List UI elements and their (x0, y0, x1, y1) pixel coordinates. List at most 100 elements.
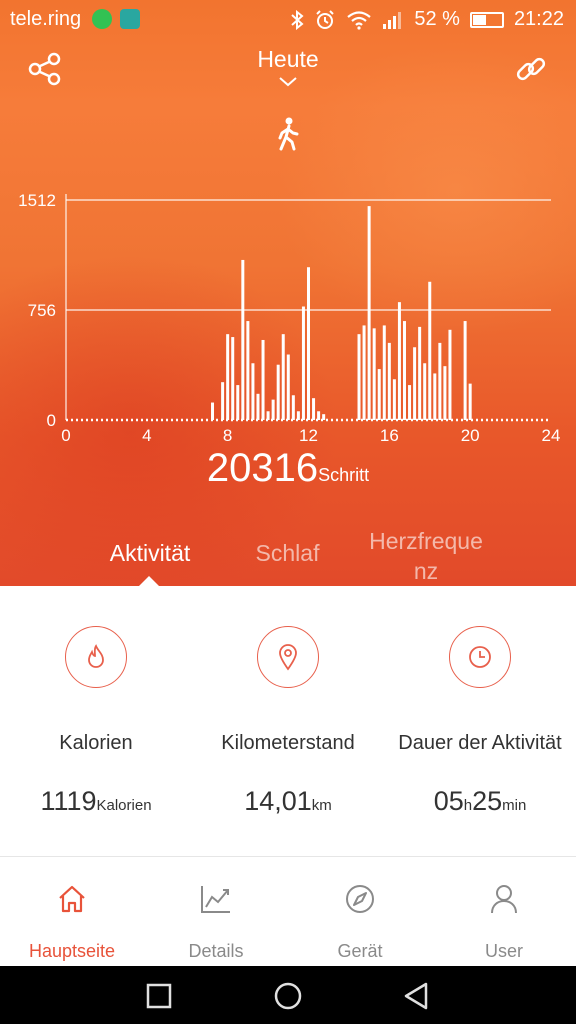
step-bar (286, 354, 290, 420)
step-bar (281, 334, 285, 420)
step-bar (231, 337, 235, 420)
battery-percent: 52 % (414, 8, 460, 30)
nav-label-details: Details (188, 941, 244, 961)
active-tab-pointer (139, 576, 159, 586)
step-bar (463, 321, 467, 420)
step-bar (312, 398, 316, 420)
step-bar (296, 411, 300, 420)
whatsapp-icon (92, 9, 112, 29)
step-bar (357, 334, 361, 420)
compass-icon (342, 881, 378, 917)
step-bar (438, 342, 442, 420)
step-bar (221, 382, 225, 420)
step-bar (256, 393, 260, 420)
bluetooth-icon (291, 9, 304, 30)
step-bar (322, 414, 326, 420)
step-bar (382, 325, 386, 420)
step-bar (266, 411, 270, 420)
stat-label-duration: Dauer der Aktivität (398, 732, 562, 754)
step-bar (418, 326, 422, 420)
tab-activity[interactable]: Aktivität (60, 540, 240, 567)
bottom-nav: Hauptseite Details Gerät User (0, 857, 576, 967)
step-bar (372, 328, 376, 420)
step-bar (448, 329, 452, 420)
stat-label-calories: Kalorien (59, 732, 133, 754)
step-bar (246, 321, 250, 420)
link-button[interactable] (512, 50, 550, 88)
step-bar (271, 399, 275, 420)
walking-person-icon (278, 117, 299, 151)
step-bar (377, 369, 381, 420)
nav-device[interactable]: Gerät (288, 857, 432, 967)
step-bar (433, 373, 437, 420)
tab-heart-rate[interactable]: Herzfreque nz (356, 526, 496, 586)
chevron-down-icon[interactable] (278, 76, 298, 88)
step-bar (276, 364, 280, 420)
steps-total: 20316Schritt (0, 446, 576, 491)
nav-home[interactable]: Hauptseite (0, 857, 144, 967)
x-tick-label: 20 (461, 426, 480, 445)
stats-panel: Kalorien 1119Kalorien Kilometerstand 14,… (0, 586, 576, 856)
stat-value-calories: 1119Kalorien (40, 786, 152, 816)
steps-unit: Schritt (318, 465, 370, 485)
x-tick-label: 24 (542, 426, 561, 445)
tab-sleep[interactable]: Schlaf (230, 540, 345, 567)
step-bar (362, 325, 366, 420)
clock-time: 21:22 (513, 8, 564, 30)
x-tick-label: 0 (61, 426, 70, 445)
stat-value-duration: 05h25min (433, 786, 527, 816)
step-bar (307, 267, 310, 420)
recent-apps-icon[interactable] (146, 983, 172, 1009)
x-tick-label: 8 (223, 426, 232, 445)
step-bar (423, 363, 427, 420)
system-nav-bar (0, 966, 576, 1024)
nav-details[interactable]: Details (144, 857, 288, 967)
alarm-icon (316, 9, 335, 29)
nav-label-user: User (484, 941, 523, 961)
back-icon[interactable] (402, 981, 430, 1011)
activity-type-button[interactable] (274, 116, 302, 152)
user-icon (486, 881, 522, 917)
step-bar (291, 395, 295, 420)
stat-label-distance: Kilometerstand (221, 732, 355, 754)
step-bar (367, 206, 371, 420)
step-bar (251, 363, 255, 420)
step-bar (236, 385, 240, 420)
steps-chart: 1512 756 00 4 8 12 16 20 24 (18, 191, 561, 445)
date-selector[interactable]: Heute (0, 46, 576, 73)
tab-heart-rate-line1: Herzfreque (369, 528, 483, 554)
step-bar (241, 259, 245, 420)
stat-duration[interactable]: Dauer der Aktivität 05h25min (384, 586, 576, 856)
y-tick-label: 1512 (18, 191, 56, 210)
step-bar (392, 379, 396, 420)
x-tick-label: 12 (299, 426, 318, 445)
y-tick-label: 0 (47, 411, 56, 430)
step-bar (317, 411, 321, 420)
step-bar (443, 366, 447, 420)
nav-label-device: Gerät (337, 941, 383, 961)
stat-value-distance: 14,01km (244, 786, 332, 816)
step-bar (211, 402, 215, 420)
location-pin-icon (257, 626, 319, 688)
step-bar (408, 385, 412, 420)
steps-count: 20316 (206, 446, 319, 490)
step-bar (397, 302, 401, 420)
step-bar (226, 334, 230, 420)
clock-icon (449, 626, 511, 688)
home-icon (54, 881, 90, 917)
app-notification-icon (120, 9, 140, 29)
flame-icon (65, 626, 127, 688)
link-icon (516, 57, 546, 81)
tab-heart-rate-line2: nz (413, 558, 439, 584)
step-bar (261, 339, 265, 420)
stat-calories[interactable]: Kalorien 1119Kalorien (0, 586, 192, 856)
home-circle-icon[interactable] (273, 981, 303, 1011)
stat-distance[interactable]: Kilometerstand 14,01km (192, 586, 384, 856)
x-tick-label: 4 (142, 426, 151, 445)
nav-label-home: Hauptseite (28, 941, 116, 961)
step-bar (402, 321, 406, 420)
carrier-name: tele.ring (10, 8, 82, 30)
nav-user[interactable]: User (432, 857, 576, 967)
signal-icon (383, 11, 402, 29)
battery-icon (469, 11, 504, 28)
